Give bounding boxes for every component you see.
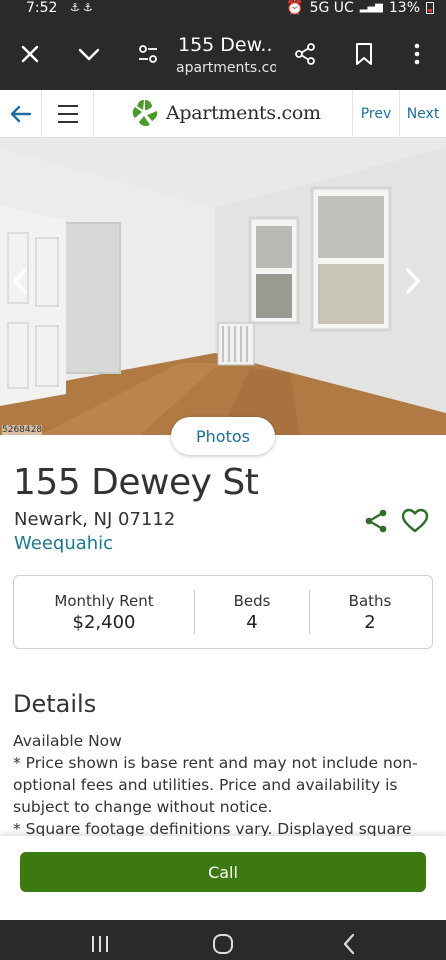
stat-value: 4 [246, 611, 258, 633]
next-listing-button[interactable]: Next [399, 90, 446, 138]
status-right: ⏰ 5G UC ▂▄▆ 13% [286, 0, 434, 16]
site-header: Apartments.com Prev Next [0, 90, 446, 138]
more-vert-icon [414, 43, 420, 65]
page-url[interactable]: apartments.com [176, 60, 276, 76]
menu-line [57, 105, 78, 107]
photos-button[interactable]: Photos [171, 417, 275, 455]
status-bar: 7:52 ⚓⚓ ⏰ 5G UC ▂▄▆ 13% [0, 0, 446, 18]
back-button[interactable] [0, 90, 42, 138]
back-nav-button[interactable] [335, 930, 363, 958]
recents-icon [92, 936, 108, 952]
property-address: 155 Dewey St [13, 462, 259, 503]
heart-icon [401, 508, 429, 533]
status-time: 7:52 [26, 0, 58, 16]
system-nav-bar [0, 920, 446, 960]
more-options-button[interactable] [399, 36, 435, 72]
call-bar: Call [0, 836, 446, 920]
browser-toolbar: 155 Dew... apartments.com [0, 18, 446, 90]
baths-stat: Baths 2 [310, 576, 430, 648]
stat-label: Monthly Rent [54, 591, 154, 610]
chevron-right-icon [406, 268, 420, 294]
hamburger-menu-button[interactable] [42, 90, 94, 138]
battery-icon [426, 2, 434, 14]
battery-label: 13% [388, 0, 420, 16]
neighborhood-link[interactable]: Weequahic [14, 533, 113, 554]
stat-label: Beds [233, 591, 271, 610]
logo-icon [132, 100, 158, 126]
arrow-left-icon [10, 105, 31, 123]
menu-line [57, 121, 78, 123]
home-icon [213, 934, 233, 954]
listing-photo[interactable]: 5268428 [0, 138, 446, 435]
site-settings-button[interactable] [130, 36, 166, 72]
photo-id-label: 5268428 [2, 425, 43, 435]
stat-value: $2,400 [72, 611, 136, 633]
recent-apps-button[interactable] [86, 930, 114, 958]
chevron-left-icon [13, 268, 27, 294]
previous-photo-button[interactable] [12, 268, 42, 304]
bookmark-icon [356, 43, 372, 65]
apartments-logo[interactable]: Apartments.com [130, 98, 321, 128]
stat-value: 2 [364, 611, 376, 633]
favorite-button[interactable] [401, 508, 429, 534]
share-page-button[interactable] [287, 36, 323, 72]
monthly-rent-stat: Monthly Rent $2,400 [14, 576, 194, 648]
prev-listing-button[interactable]: Prev [352, 90, 399, 138]
close-icon [21, 45, 39, 63]
bookmark-button[interactable] [346, 36, 382, 72]
back-icon [343, 933, 355, 955]
collapse-button[interactable] [71, 36, 107, 72]
call-button[interactable]: Call [20, 852, 426, 892]
property-city: Newark, NJ 07112 [14, 509, 176, 530]
home-button[interactable] [209, 930, 237, 958]
beds-stat: Beds 4 [195, 576, 309, 648]
share-icon [295, 43, 315, 65]
tune-icon [139, 45, 157, 63]
signal-icon: ▂▄▆ [359, 2, 383, 13]
stat-label: Baths [348, 591, 392, 610]
chevron-down-icon [78, 48, 100, 61]
logo-text: Apartments.com [166, 102, 321, 124]
notification-icons: ⚓⚓ [70, 1, 96, 14]
menu-line [57, 113, 78, 115]
page-title[interactable]: 155 Dew... [178, 34, 274, 56]
share-listing-button[interactable] [363, 508, 389, 534]
next-photo-button[interactable] [405, 268, 435, 304]
network-label: 5G UC [309, 0, 354, 16]
details-heading: Details [13, 690, 97, 718]
details-text: Available Now * Price shown is base rent… [13, 732, 418, 836]
share-icon [365, 509, 387, 533]
room-image [0, 138, 446, 435]
alarm-icon: ⏰ [286, 0, 304, 16]
close-tab-button[interactable] [12, 36, 48, 72]
rent-beds-baths-summary: Monthly Rent $2,400 Beds 4 Baths 2 [13, 575, 433, 649]
